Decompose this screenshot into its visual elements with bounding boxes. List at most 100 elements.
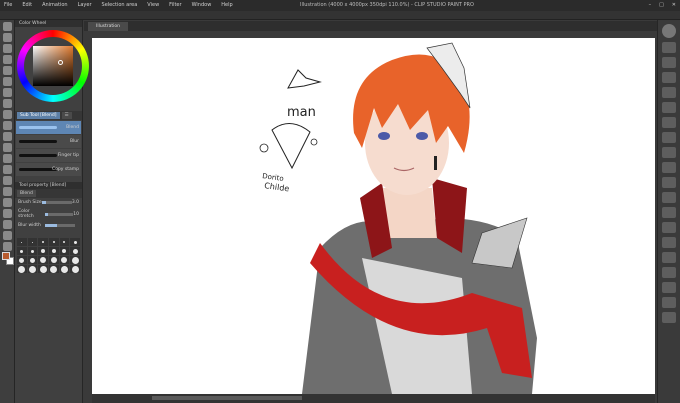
text-tool-icon[interactable] bbox=[3, 231, 12, 240]
brush-size-option[interactable] bbox=[70, 247, 80, 255]
menu-help[interactable]: Help bbox=[221, 0, 232, 11]
menu-selection-area[interactable]: Selection area bbox=[102, 0, 138, 11]
menu-file[interactable]: File bbox=[4, 0, 12, 11]
brush-size-option[interactable] bbox=[27, 265, 38, 273]
operation-tool-icon[interactable] bbox=[3, 44, 12, 53]
property-brush-size[interactable]: Brush Size 3.0 bbox=[15, 198, 82, 207]
redo-icon[interactable] bbox=[662, 102, 676, 113]
show-grid-icon[interactable] bbox=[662, 192, 676, 203]
frame-tool-icon[interactable] bbox=[3, 209, 12, 218]
undo-icon[interactable] bbox=[662, 87, 676, 98]
zoom-out-icon[interactable] bbox=[662, 282, 676, 293]
blur-width-slider[interactable] bbox=[44, 224, 75, 227]
decoration-tool-icon[interactable] bbox=[3, 143, 12, 152]
pen-tool-icon[interactable] bbox=[3, 99, 12, 108]
flip-icon[interactable] bbox=[662, 237, 676, 248]
brush-size-option[interactable] bbox=[38, 256, 48, 264]
eraser-tool-icon[interactable] bbox=[3, 154, 12, 163]
main-color-swatch[interactable] bbox=[2, 252, 10, 260]
menu-animation[interactable]: Animation bbox=[42, 0, 68, 11]
gradient-tool-icon[interactable] bbox=[3, 187, 12, 196]
brush-size-option[interactable] bbox=[27, 256, 38, 264]
tool-property-tab[interactable]: Blend bbox=[17, 190, 36, 197]
blend-tool-icon[interactable] bbox=[3, 165, 12, 174]
shrink-selection-icon[interactable] bbox=[662, 177, 676, 188]
brush-size-slider[interactable] bbox=[41, 201, 72, 204]
property-blur-width[interactable]: Blur width bbox=[15, 221, 82, 230]
rotate-icon[interactable] bbox=[662, 252, 676, 263]
saturation-value-square[interactable] bbox=[33, 46, 73, 86]
auto-select-tool-icon[interactable] bbox=[3, 77, 12, 86]
subtool-finger-tip[interactable]: Finger tip bbox=[16, 149, 81, 162]
move-layer-tool-icon[interactable] bbox=[3, 55, 12, 64]
balloon-tool-icon[interactable] bbox=[3, 242, 12, 251]
brush-size-option[interactable] bbox=[59, 265, 70, 273]
maximize-button[interactable]: □ bbox=[659, 0, 664, 11]
brush-size-option[interactable] bbox=[49, 238, 59, 246]
search-icon[interactable] bbox=[662, 24, 676, 38]
brush-size-option[interactable] bbox=[59, 256, 70, 264]
brush-size-option[interactable] bbox=[27, 247, 38, 255]
brush-size-option[interactable] bbox=[38, 247, 48, 255]
close-button[interactable]: ✕ bbox=[672, 0, 676, 11]
ruler-tool-icon[interactable] bbox=[3, 220, 12, 229]
brush-size-option[interactable] bbox=[17, 256, 27, 264]
layer-icon[interactable] bbox=[662, 312, 676, 323]
clear-icon[interactable] bbox=[662, 117, 676, 128]
subtool-blend[interactable]: Blend bbox=[16, 121, 81, 134]
zoom-tool-icon[interactable] bbox=[3, 22, 12, 31]
selection-tool-icon[interactable] bbox=[3, 66, 12, 75]
subtool-blur[interactable]: Blur bbox=[16, 135, 81, 148]
brush-size-option[interactable] bbox=[59, 238, 70, 246]
property-color-stretch[interactable]: Color stretch 10 bbox=[15, 207, 82, 221]
menu-window[interactable]: Window bbox=[192, 0, 212, 11]
subtool-label: Blend bbox=[66, 125, 79, 130]
brush-size-option[interactable] bbox=[38, 238, 48, 246]
deselect-icon[interactable] bbox=[662, 132, 676, 143]
eyedropper-tool-icon[interactable] bbox=[3, 88, 12, 97]
fit-icon[interactable] bbox=[662, 297, 676, 308]
open-icon[interactable] bbox=[662, 57, 676, 68]
minimize-button[interactable]: – bbox=[649, 0, 652, 11]
subtool-copy-stamp[interactable]: Copy stamp bbox=[16, 163, 81, 176]
pencil-tool-icon[interactable] bbox=[3, 110, 12, 119]
subtool-menu-icon[interactable]: ☰ bbox=[61, 112, 72, 119]
menu-edit[interactable]: Edit bbox=[22, 0, 32, 11]
menu-view[interactable]: View bbox=[147, 0, 159, 11]
brush-stroke-preview bbox=[19, 140, 57, 143]
color-picker-cursor[interactable] bbox=[58, 60, 63, 65]
brush-size-option[interactable] bbox=[70, 238, 80, 246]
invert-selection-icon[interactable] bbox=[662, 147, 676, 158]
fill-tool-icon[interactable] bbox=[3, 176, 12, 185]
brush-size-option[interactable] bbox=[17, 265, 27, 273]
brush-size-option[interactable] bbox=[38, 265, 48, 273]
move-tool-icon[interactable] bbox=[3, 33, 12, 42]
brush-size-option[interactable] bbox=[70, 256, 80, 264]
snap-icon[interactable] bbox=[662, 222, 676, 233]
slider-fill bbox=[45, 212, 48, 216]
brush-size-option[interactable] bbox=[17, 238, 27, 246]
menu-layer[interactable]: Layer bbox=[78, 0, 92, 11]
tab-illustration[interactable]: Illustration bbox=[88, 22, 129, 31]
scroll-thumb[interactable] bbox=[152, 396, 302, 400]
expand-selection-icon[interactable] bbox=[662, 162, 676, 173]
color-stretch-slider[interactable] bbox=[45, 212, 74, 216]
brush-size-option[interactable] bbox=[49, 256, 59, 264]
brush-size-option[interactable] bbox=[49, 247, 59, 255]
brush-size-option[interactable] bbox=[27, 238, 38, 246]
airbrush-tool-icon[interactable] bbox=[3, 132, 12, 141]
brush-size-option[interactable] bbox=[17, 247, 27, 255]
brush-size-option[interactable] bbox=[70, 265, 80, 273]
tab-subtool-blend[interactable]: Sub Tool [Blend] bbox=[17, 112, 60, 119]
brush-size-option[interactable] bbox=[49, 265, 59, 273]
brush-tool-icon[interactable] bbox=[3, 121, 12, 130]
drawing-canvas[interactable]: man Dorito Childe bbox=[92, 38, 655, 394]
save-icon[interactable] bbox=[662, 72, 676, 83]
new-icon[interactable] bbox=[662, 42, 676, 53]
menu-filter[interactable]: Filter bbox=[169, 0, 181, 11]
zoom-in-icon[interactable] bbox=[662, 267, 676, 278]
brush-size-option[interactable] bbox=[59, 247, 70, 255]
horizontal-scrollbar[interactable] bbox=[92, 394, 655, 403]
figure-tool-icon[interactable] bbox=[3, 198, 12, 207]
ruler-icon[interactable] bbox=[662, 207, 676, 218]
